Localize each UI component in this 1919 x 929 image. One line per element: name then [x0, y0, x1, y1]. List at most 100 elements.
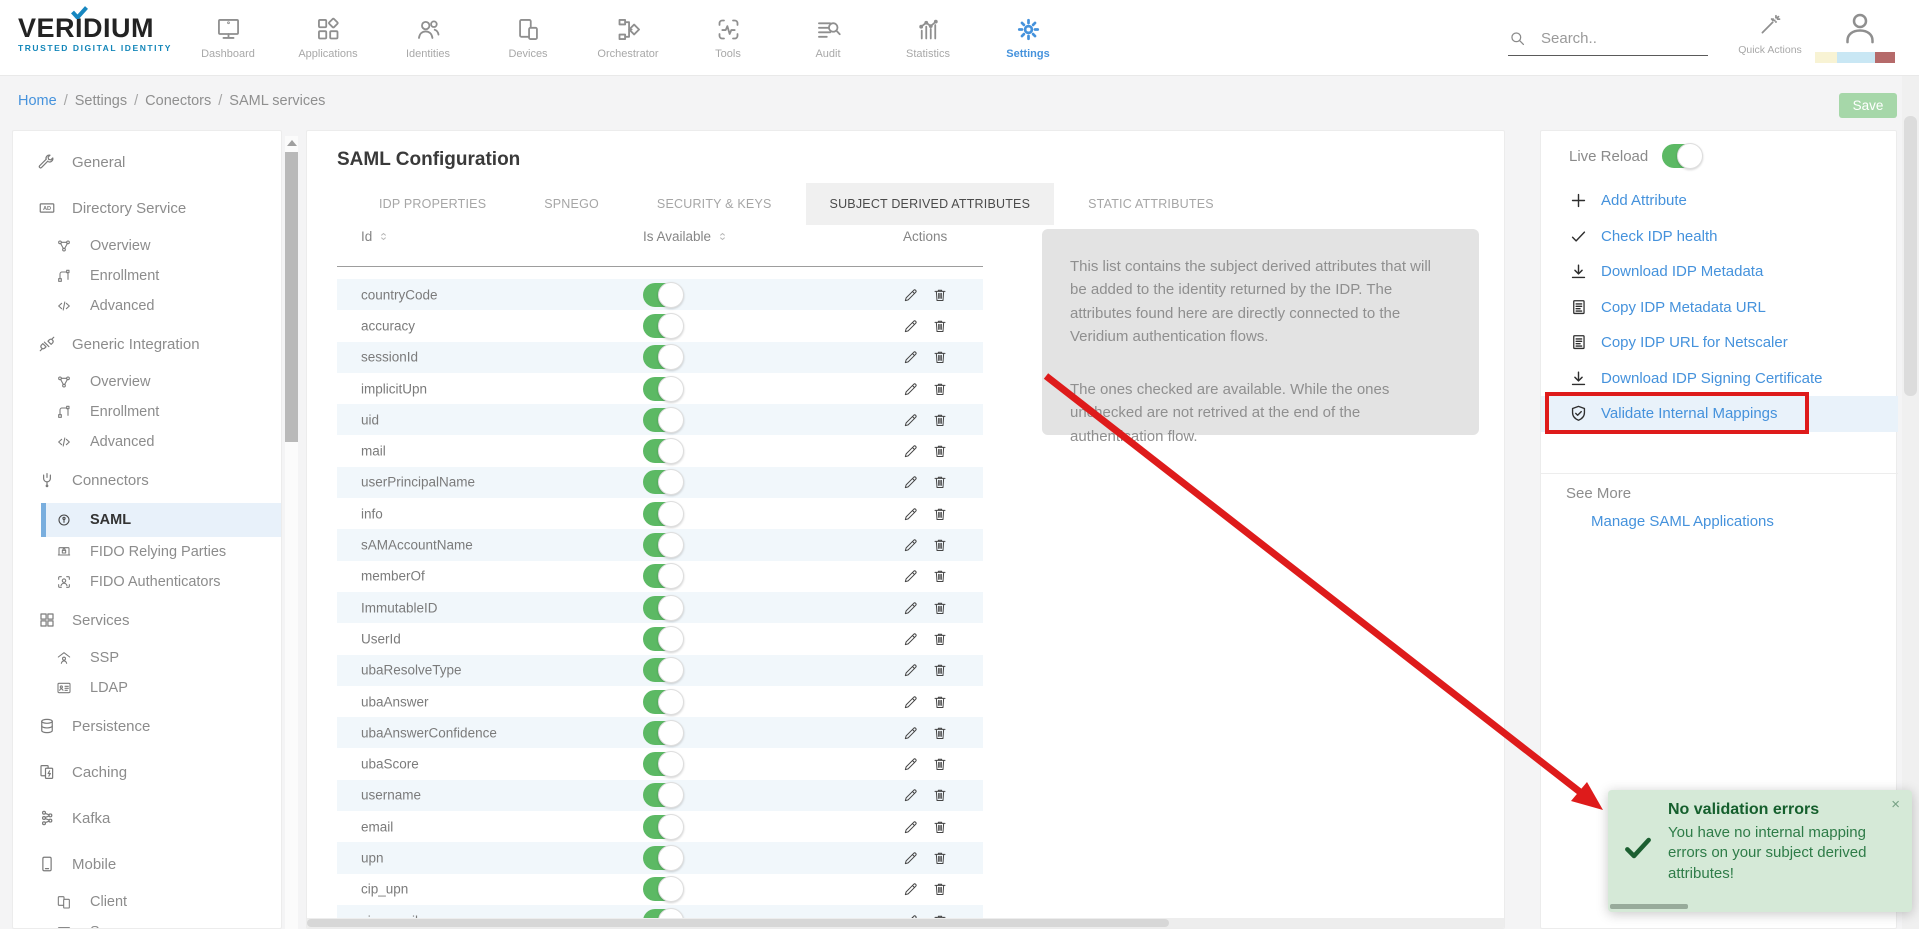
- delete-trash-icon[interactable]: [932, 756, 948, 772]
- edit-pencil-icon[interactable]: [903, 881, 919, 897]
- sidebar-item-persistence[interactable]: Persistence: [13, 703, 281, 749]
- is-available-toggle[interactable]: [643, 408, 683, 432]
- sidebar-item-overview[interactable]: Overview: [13, 367, 281, 397]
- sidebar-item-enrollment[interactable]: Enrollment: [13, 397, 281, 427]
- is-available-toggle[interactable]: [643, 377, 683, 401]
- nav-item-devices[interactable]: Devices: [478, 0, 578, 76]
- live-reload-toggle[interactable]: [1662, 144, 1702, 168]
- action-link-check-idp-health[interactable]: Check IDP health: [1541, 219, 1898, 255]
- is-available-toggle[interactable]: [643, 502, 683, 526]
- sidebar-item-enrollment[interactable]: Enrollment: [13, 261, 281, 291]
- edit-pencil-icon[interactable]: [903, 537, 919, 553]
- edit-pencil-icon[interactable]: [903, 756, 919, 772]
- is-available-toggle[interactable]: [643, 283, 683, 307]
- sidebar-item-services[interactable]: Services: [13, 597, 281, 643]
- nav-item-settings[interactable]: Settings: [978, 0, 1078, 76]
- delete-trash-icon[interactable]: [932, 568, 948, 584]
- action-link-download-idp-signing-certificate[interactable]: Download IDP Signing Certificate: [1541, 361, 1898, 397]
- is-available-toggle[interactable]: [643, 721, 683, 745]
- is-available-toggle[interactable]: [643, 596, 683, 620]
- is-available-toggle[interactable]: [643, 533, 683, 557]
- sidebar-item-ssp[interactable]: SSP: [13, 643, 281, 673]
- sidebar-item-general[interactable]: General: [13, 139, 281, 185]
- sidebar-item-fido-relying-parties[interactable]: FIDO Relying Parties: [13, 537, 281, 567]
- is-available-toggle[interactable]: [643, 658, 683, 682]
- quick-actions-button[interactable]: Quick Actions: [1732, 12, 1808, 56]
- toast-close-icon[interactable]: ×: [1891, 796, 1900, 813]
- sidebar-item-server[interactable]: Server: [13, 917, 281, 929]
- action-link-add-attribute[interactable]: Add Attribute: [1541, 183, 1898, 219]
- sidebar-item-client[interactable]: Client: [13, 887, 281, 917]
- delete-trash-icon[interactable]: [932, 381, 948, 397]
- delete-trash-icon[interactable]: [932, 474, 948, 490]
- sidebar-item-mobile[interactable]: Mobile: [13, 841, 281, 887]
- tab-subject-derived-attributes[interactable]: SUBJECT DERIVED ATTRIBUTES: [806, 183, 1055, 225]
- edit-pencil-icon[interactable]: [903, 412, 919, 428]
- sidebar-item-advanced[interactable]: Advanced: [13, 427, 281, 457]
- sidebar-item-fido-authenticators[interactable]: FIDO Authenticators: [13, 567, 281, 597]
- tab-idp-properties[interactable]: IDP PROPERTIES: [355, 183, 510, 225]
- delete-trash-icon[interactable]: [932, 443, 948, 459]
- edit-pencil-icon[interactable]: [903, 506, 919, 522]
- manage-saml-applications-link[interactable]: Manage SAML Applications: [1591, 513, 1774, 530]
- tab-security-keys[interactable]: SECURITY & KEYS: [633, 183, 796, 225]
- delete-trash-icon[interactable]: [932, 537, 948, 553]
- is-available-toggle[interactable]: [643, 815, 683, 839]
- column-header-is-available[interactable]: Is Available: [643, 229, 729, 244]
- is-available-toggle[interactable]: [643, 314, 683, 338]
- edit-pencil-icon[interactable]: [903, 662, 919, 678]
- is-available-toggle[interactable]: [643, 877, 683, 901]
- action-link-copy-idp-metadata-url[interactable]: Copy IDP Metadata URL: [1541, 290, 1898, 326]
- scrollbar-up-arrow-icon[interactable]: [287, 140, 297, 146]
- delete-trash-icon[interactable]: [932, 819, 948, 835]
- edit-pencil-icon[interactable]: [903, 787, 919, 803]
- action-link-validate-internal-mappings[interactable]: Validate Internal Mappings: [1541, 396, 1898, 432]
- is-available-toggle[interactable]: [643, 690, 683, 714]
- edit-pencil-icon[interactable]: [903, 287, 919, 303]
- edit-pencil-icon[interactable]: [903, 600, 919, 616]
- breadcrumb-item-conectors[interactable]: Conectors: [145, 93, 211, 109]
- delete-trash-icon[interactable]: [932, 662, 948, 678]
- delete-trash-icon[interactable]: [932, 412, 948, 428]
- is-available-toggle[interactable]: [643, 439, 683, 463]
- breadcrumb-item-settings[interactable]: Settings: [75, 93, 127, 109]
- sidebar-item-generic-integration[interactable]: Generic Integration: [13, 321, 281, 367]
- action-link-download-idp-metadata[interactable]: Download IDP Metadata: [1541, 254, 1898, 290]
- horizontal-scrollbar[interactable]: [307, 918, 1504, 928]
- edit-pencil-icon[interactable]: [903, 725, 919, 741]
- delete-trash-icon[interactable]: [932, 318, 948, 334]
- delete-trash-icon[interactable]: [932, 787, 948, 803]
- edit-pencil-icon[interactable]: [903, 694, 919, 710]
- delete-trash-icon[interactable]: [932, 349, 948, 365]
- search-input[interactable]: [1541, 30, 1691, 47]
- save-button[interactable]: Save: [1839, 93, 1897, 118]
- column-header-id[interactable]: Id: [361, 229, 390, 244]
- edit-pencil-icon[interactable]: [903, 568, 919, 584]
- breadcrumb-item-home[interactable]: Home: [18, 93, 57, 109]
- delete-trash-icon[interactable]: [932, 600, 948, 616]
- delete-trash-icon[interactable]: [932, 881, 948, 897]
- edit-pencil-icon[interactable]: [903, 850, 919, 866]
- sidebar-item-connectors[interactable]: Connectors: [13, 457, 281, 503]
- is-available-toggle[interactable]: [643, 345, 683, 369]
- nav-item-applications[interactable]: Applications: [278, 0, 378, 76]
- delete-trash-icon[interactable]: [932, 631, 948, 647]
- page-scrollbar-thumb[interactable]: [1904, 116, 1917, 396]
- global-search[interactable]: [1508, 22, 1708, 56]
- tab-spnego[interactable]: SPNEGO: [520, 183, 623, 225]
- sidebar-item-saml[interactable]: SAML: [41, 503, 281, 537]
- nav-item-dashboard[interactable]: Dashboard: [178, 0, 278, 76]
- nav-item-tools[interactable]: Tools: [678, 0, 778, 76]
- sidebar-item-directory-service[interactable]: AD Directory Service: [13, 185, 281, 231]
- sidebar-item-advanced[interactable]: Advanced: [13, 291, 281, 321]
- is-available-toggle[interactable]: [643, 470, 683, 494]
- sidebar-scrollbar[interactable]: [285, 136, 298, 929]
- is-available-toggle[interactable]: [643, 627, 683, 651]
- sidebar-item-kafka[interactable]: Kafka: [13, 795, 281, 841]
- edit-pencil-icon[interactable]: [903, 819, 919, 835]
- delete-trash-icon[interactable]: [932, 850, 948, 866]
- delete-trash-icon[interactable]: [932, 506, 948, 522]
- edit-pencil-icon[interactable]: [903, 474, 919, 490]
- nav-item-statistics[interactable]: Statistics: [878, 0, 978, 76]
- edit-pencil-icon[interactable]: [903, 381, 919, 397]
